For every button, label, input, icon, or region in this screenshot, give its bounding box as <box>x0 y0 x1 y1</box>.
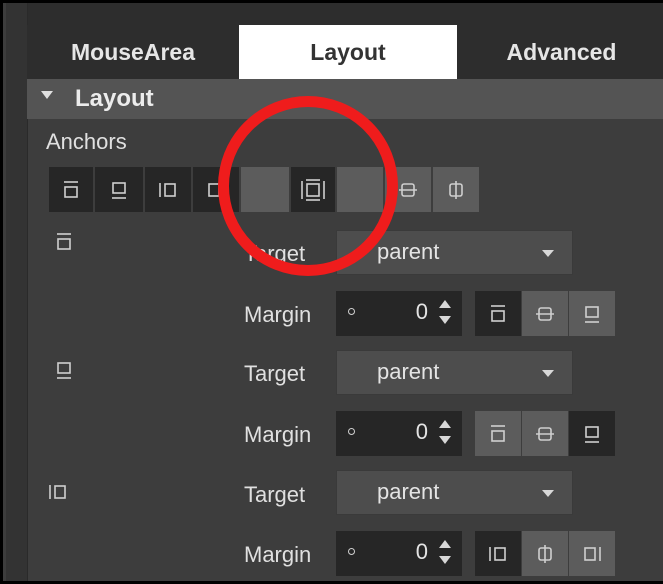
chevron-down-icon <box>542 490 554 497</box>
collapse-arrow-icon[interactable] <box>41 91 53 99</box>
align-top-icon <box>491 304 505 322</box>
align-bottom-button[interactable] <box>569 291 615 336</box>
target-label: Target <box>244 361 306 386</box>
align-top-icon <box>491 424 505 442</box>
target-value: parent <box>377 359 440 384</box>
anchor-left-icon <box>159 182 176 197</box>
horizontal-center-button[interactable] <box>433 167 479 212</box>
align-vcenter-button[interactable] <box>522 291 568 336</box>
align-vcenter-icon <box>536 426 554 441</box>
align-hcenter-button[interactable] <box>522 531 568 576</box>
margin-spinbox[interactable]: 0 <box>336 531 462 576</box>
dot-icon <box>348 548 355 555</box>
anchors-label: Anchors <box>46 129 127 154</box>
align-top-button[interactable] <box>475 411 521 456</box>
margin-spinbox[interactable]: 0 <box>336 291 462 336</box>
align-vcenter-icon <box>536 306 554 321</box>
align-top-button[interactable] <box>475 291 521 336</box>
spin-down-icon[interactable] <box>439 316 451 324</box>
align-bottom-icon <box>585 425 599 443</box>
target-dropdown[interactable]: parent <box>336 350 573 395</box>
panel-left-edge <box>6 3 28 581</box>
dot-icon <box>348 308 355 315</box>
margin-value: 0 <box>415 419 428 444</box>
margin-label: Margin <box>244 542 312 567</box>
horizontal-center-icon <box>449 180 463 199</box>
anchor-left-button[interactable] <box>145 167 191 212</box>
align-bottom-button[interactable] <box>569 411 615 456</box>
panel-top-strip <box>27 3 663 25</box>
tab-mousearea[interactable]: MouseArea <box>27 25 239 79</box>
vertical-center-icon <box>399 182 417 197</box>
anchor-top-icon <box>64 180 78 198</box>
spin-up-icon[interactable] <box>439 540 451 548</box>
target-value: parent <box>377 239 440 264</box>
margin-value: 0 <box>415 539 428 564</box>
spin-down-icon[interactable] <box>439 556 451 564</box>
align-hcenter-icon <box>538 544 552 563</box>
anchor-top-button[interactable] <box>49 167 93 212</box>
chevron-down-icon <box>542 370 554 377</box>
anchor-bottom-icon <box>57 362 71 379</box>
anchor-bottom-icon <box>112 181 126 199</box>
target-label: Target <box>244 482 306 507</box>
align-left-icon <box>489 546 506 561</box>
margin-spinbox[interactable]: 0 <box>336 411 462 456</box>
chevron-down-icon <box>542 250 554 257</box>
align-bottom-icon <box>585 305 599 323</box>
margin-label: Margin <box>244 422 312 447</box>
target-dropdown[interactable]: parent <box>336 470 573 515</box>
tab-advanced[interactable]: Advanced <box>457 25 663 79</box>
anchor-bottom-button[interactable] <box>95 167 143 212</box>
anchor-top-icon <box>57 233 71 250</box>
spin-down-icon[interactable] <box>439 436 451 444</box>
anchor-left-icon <box>49 485 66 499</box>
spin-up-icon[interactable] <box>439 300 451 308</box>
align-vcenter-button[interactable] <box>522 411 568 456</box>
highlight-circle <box>218 96 398 276</box>
dot-icon <box>348 428 355 435</box>
align-right-button[interactable] <box>569 531 615 576</box>
target-value: parent <box>377 479 440 504</box>
section-title: Layout <box>75 85 154 112</box>
margin-value: 0 <box>415 299 428 324</box>
property-panel: MouseArea Layout Advanced Layout Anchors… <box>0 0 663 584</box>
margin-label: Margin <box>244 302 312 327</box>
spin-up-icon[interactable] <box>439 420 451 428</box>
tab-layout[interactable]: Layout <box>239 25 457 79</box>
align-right-icon <box>584 546 601 561</box>
align-left-button[interactable] <box>475 531 521 576</box>
